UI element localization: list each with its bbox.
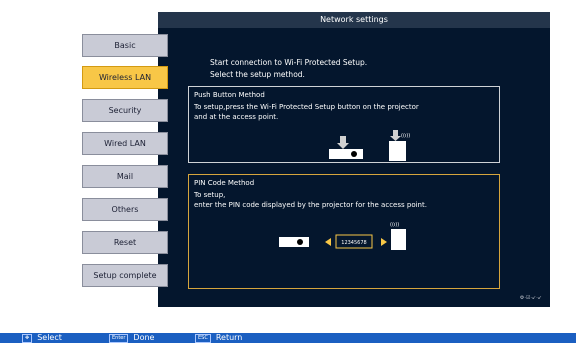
svg-text:((ı)): ((ı)) [390, 222, 399, 228]
enter-key-icon: Enter [109, 333, 129, 343]
sidebar-item-label: Security [108, 106, 142, 115]
footer-return: ESC Return [195, 333, 242, 343]
push-button-method-option[interactable]: Push Button Method To setup,press the Wi… [188, 86, 500, 163]
pin-code-text: 12345678 [341, 240, 366, 246]
sidebar-item-wired-lan[interactable]: Wired LAN [82, 132, 168, 155]
push-method-line-1: To setup,press the Wi-Fi Protected Setup… [194, 103, 419, 111]
sidebar-item-wireless-lan[interactable]: Wireless LAN [82, 66, 168, 89]
pin-code-illustration: 12345678 ((ı)) [279, 222, 406, 250]
footer-return-label: Return [215, 333, 243, 342]
sidebar-item-label: Basic [114, 41, 136, 50]
svg-text:((ı)): ((ı)) [401, 133, 410, 139]
footer-done: Enter Done [109, 333, 154, 343]
footer-select-label: Select [37, 333, 62, 342]
intro-line-1: Start connection to Wi-Fi Protected Setu… [210, 58, 368, 67]
page-hint-icons: ⚙·☑·↙·↙ [519, 295, 542, 301]
sidebar-item-others[interactable]: Others [82, 198, 168, 221]
sidebar-item-label: Mail [116, 172, 134, 181]
footer-done-label: Done [133, 333, 155, 342]
sidebar-item-basic[interactable]: Basic [82, 34, 168, 57]
window-title: Network settings [158, 12, 550, 28]
sidebar-item-setup-complete[interactable]: Setup complete [82, 264, 168, 287]
sidebar-item-reset[interactable]: Reset [82, 231, 168, 254]
pin-method-title: PIN Code Method [194, 179, 255, 187]
sidebar-item-label: Wireless LAN [98, 73, 152, 82]
sidebar-item-mail[interactable]: Mail [82, 165, 168, 188]
sidebar-item-label: Wired LAN [104, 139, 146, 148]
sidebar-item-label: Reset [113, 238, 137, 247]
esc-key-icon: ESC [195, 333, 211, 343]
intro-line-2: Select the setup method. [210, 70, 305, 79]
sidebar-item-label: Others [111, 205, 139, 214]
pin-code-method-option[interactable]: PIN Code Method To setup, enter the PIN … [188, 174, 500, 289]
push-button-illustration: ((ı)) [329, 130, 410, 161]
sidebar-item-security[interactable]: Security [82, 99, 168, 122]
pin-method-line-1: To setup, [194, 191, 226, 199]
push-method-line-2: and at the access point. [194, 113, 279, 121]
push-method-title: Push Button Method [194, 91, 265, 99]
direction-key-icon: ✥ [22, 333, 33, 343]
pin-method-line-2: enter the PIN code displayed by the proj… [194, 201, 427, 209]
intro-text: Start connection to Wi-Fi Protected Setu… [210, 57, 367, 81]
network-settings-panel: Network settings Start connection to Wi-… [158, 12, 550, 307]
footer-select: ✥ Select [22, 333, 62, 343]
sidebar-item-label: Setup complete [93, 271, 157, 280]
footer-help-bar: ✥ Select Enter Done ESC Return [0, 333, 576, 343]
